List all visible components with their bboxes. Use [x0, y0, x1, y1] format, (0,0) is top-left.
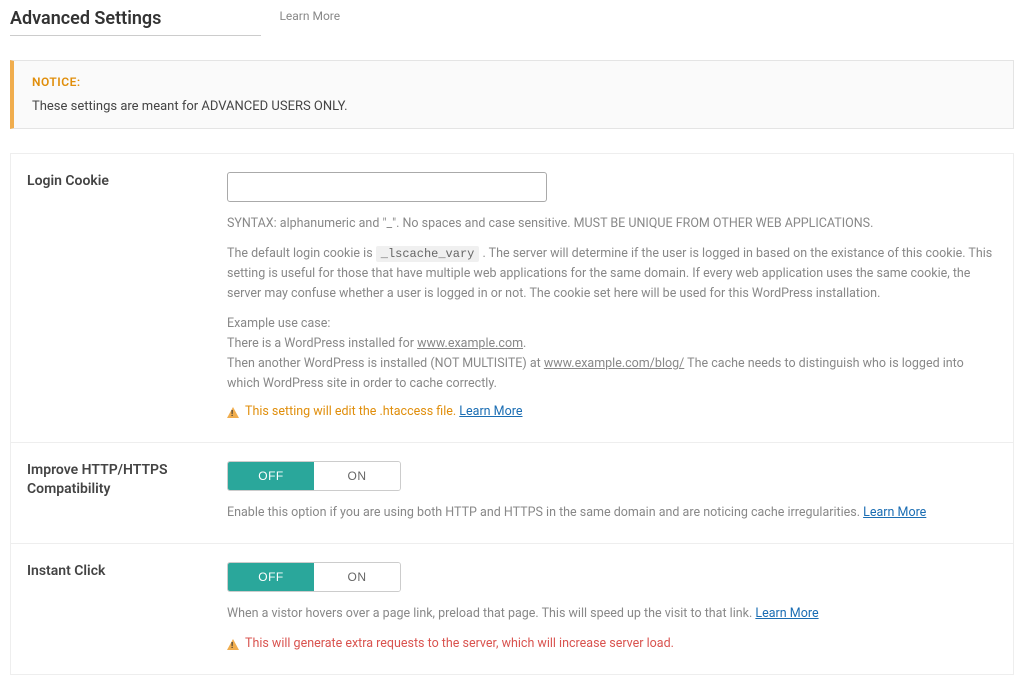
desc-pre: The default login cookie is	[227, 246, 376, 261]
header-learn-more-link[interactable]: Learn More	[279, 9, 340, 23]
instant-click-toggle: OFF ON	[227, 562, 401, 592]
warn-text: This setting will edit the .htaccess fil…	[245, 404, 456, 419]
http-compat-toggle: OFF ON	[227, 461, 401, 491]
instant-click-learn-more-link[interactable]: Learn More	[755, 606, 818, 621]
login-cookie-content: SYNTAX: alphanumeric and "_". No spaces …	[227, 172, 997, 422]
example-line2-pre: Then another WordPress is installed (NOT…	[227, 356, 544, 371]
instant-click-on-button[interactable]: ON	[314, 563, 400, 591]
login-cookie-syntax: SYNTAX: alphanumeric and "_". No spaces …	[227, 214, 997, 234]
page-header: Advanced Settings Learn More	[10, 0, 1014, 42]
instant-click-label: Instant Click	[27, 562, 227, 654]
setting-row-http-compat: Improve HTTP/HTTPS Compatibility OFF ON …	[11, 443, 1013, 544]
http-compat-learn-more-link[interactable]: Learn More	[863, 505, 926, 520]
example-link-2[interactable]: www.example.com/blog/	[544, 356, 684, 371]
instant-click-description: When a vistor hovers over a page link, p…	[227, 604, 997, 624]
instant-click-content: OFF ON When a vistor hovers over a page …	[227, 562, 997, 654]
settings-section: Login Cookie SYNTAX: alphanumeric and "_…	[10, 153, 1014, 675]
code-cookie-name: _lscache_vary	[376, 246, 480, 262]
warning-icon	[227, 639, 239, 650]
notice-box: NOTICE: These settings are meant for ADV…	[10, 60, 1014, 129]
login-cookie-learn-more-link[interactable]: Learn More	[459, 404, 522, 419]
page-title: Advanced Settings	[10, 8, 261, 36]
notice-label: NOTICE:	[32, 75, 995, 89]
setting-row-login-cookie: Login Cookie SYNTAX: alphanumeric and "_…	[11, 154, 1013, 443]
http-compat-description: Enable this option if you are using both…	[227, 503, 997, 523]
http-compat-off-button[interactable]: OFF	[228, 462, 314, 490]
login-cookie-example: Example use case: There is a WordPress i…	[227, 314, 997, 394]
instant-click-off-button[interactable]: OFF	[228, 563, 314, 591]
login-cookie-warning: This setting will edit the .htaccess fil…	[227, 402, 997, 422]
example-line1-pre: There is a WordPress installed for	[227, 336, 417, 351]
login-cookie-input[interactable]	[227, 172, 547, 202]
login-cookie-description: The default login cookie is _lscache_var…	[227, 244, 997, 304]
notice-text: These settings are meant for ADVANCED US…	[32, 99, 995, 114]
http-compat-desc-text: Enable this option if you are using both…	[227, 505, 863, 520]
instant-click-desc-text: When a vistor hovers over a page link, p…	[227, 606, 755, 621]
example-link-1[interactable]: www.example.com	[417, 336, 523, 351]
example-label: Example use case:	[227, 316, 330, 331]
setting-row-instant-click: Instant Click OFF ON When a vistor hover…	[11, 544, 1013, 675]
instant-click-warning: This will generate extra requests to the…	[227, 634, 997, 654]
login-cookie-label: Login Cookie	[27, 172, 227, 422]
http-compat-on-button[interactable]: ON	[314, 462, 400, 490]
example-line1-post: .	[523, 336, 526, 351]
warning-icon	[227, 407, 239, 418]
instant-click-warn-text: This will generate extra requests to the…	[245, 634, 674, 654]
http-compat-label: Improve HTTP/HTTPS Compatibility	[27, 461, 227, 523]
http-compat-content: OFF ON Enable this option if you are usi…	[227, 461, 997, 523]
